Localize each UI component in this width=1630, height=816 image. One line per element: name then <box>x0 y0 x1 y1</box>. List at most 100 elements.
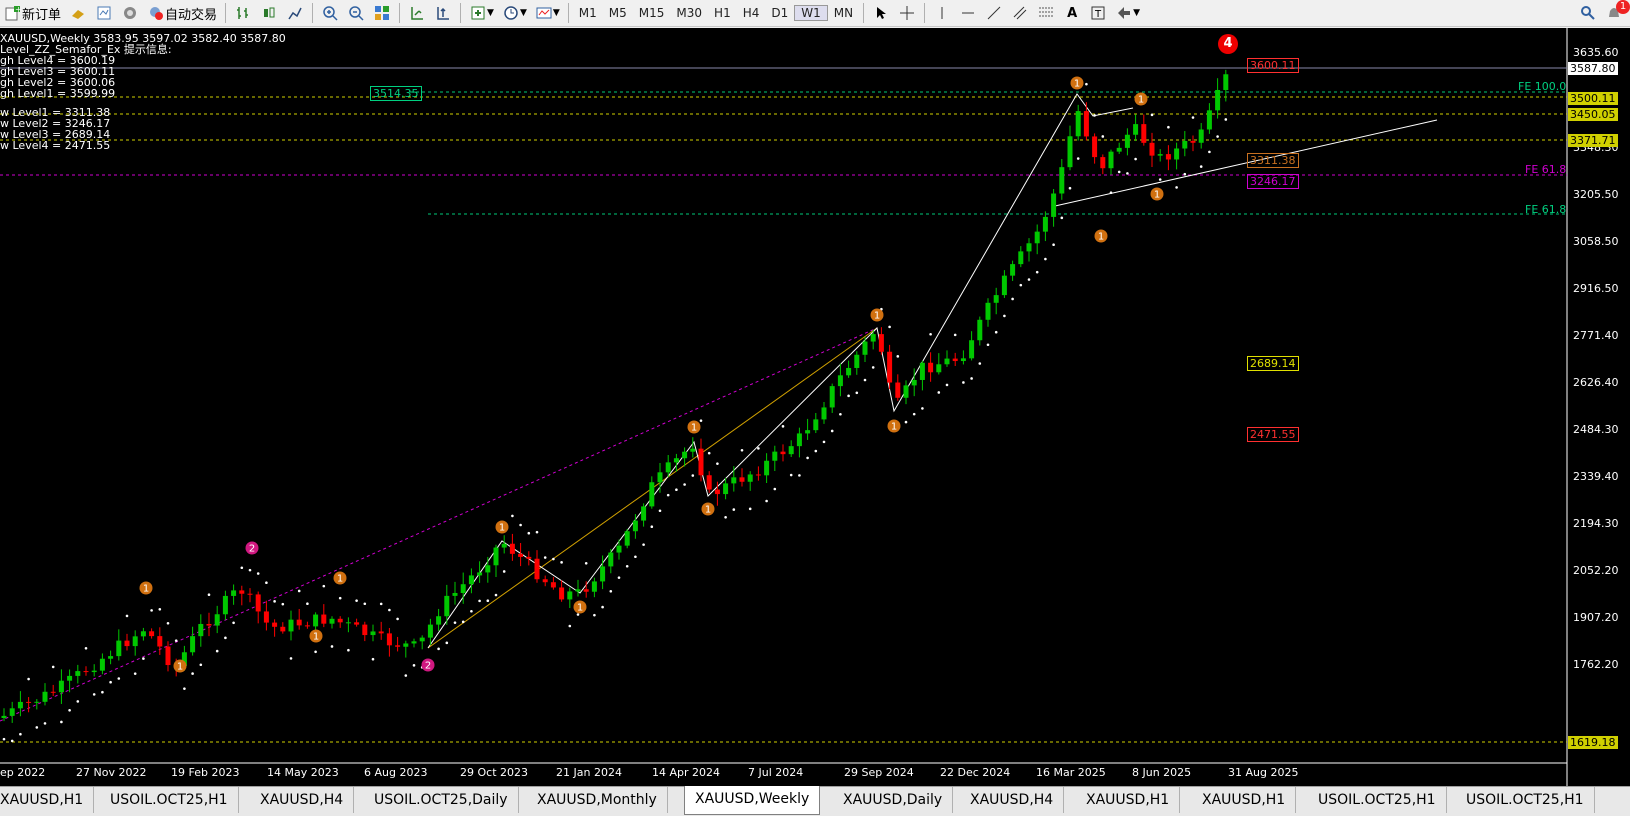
sar-dot <box>10 739 14 743</box>
sar-dot <box>150 609 153 612</box>
zoom-out-icon <box>347 4 365 22</box>
candle-body <box>345 622 351 624</box>
notifications-button[interactable]: 1 <box>1602 0 1630 24</box>
timeframe-h4[interactable]: H4 <box>737 6 766 20</box>
sar-dot <box>699 419 703 422</box>
templates-button[interactable]: ▼ <box>532 2 563 24</box>
sar-dot <box>1003 314 1006 318</box>
semafor-marker: 1 <box>687 420 701 434</box>
candles-layer <box>1 69 1229 723</box>
y-tick: 2194.30 <box>1573 517 1619 530</box>
candle-body <box>444 595 450 617</box>
x-tick: ep 2022 <box>0 766 46 779</box>
semafor-marker: 1 <box>1070 76 1084 90</box>
search-button[interactable] <box>1576 2 1600 24</box>
candle-body <box>1124 134 1130 148</box>
candle-body <box>493 547 499 566</box>
candle-body <box>534 558 540 580</box>
toolbar-separator <box>312 3 314 23</box>
tab-xauusd-daily[interactable]: XAUUSD,Daily <box>833 787 954 813</box>
sar-dot <box>888 325 891 329</box>
sar-dot <box>871 366 875 369</box>
channel-button[interactable] <box>1008 2 1032 24</box>
new-order-button[interactable]: + 新订单 <box>1 2 64 24</box>
timeframe-h1[interactable]: H1 <box>708 6 737 20</box>
cursor-button[interactable] <box>869 2 893 24</box>
tab-xauusd-weekly[interactable]: XAUUSD,Weekly <box>684 786 821 815</box>
sar-dot <box>412 664 416 667</box>
svg-text:1: 1 <box>337 574 343 585</box>
signal-icon <box>121 4 139 22</box>
signals-button[interactable] <box>118 2 142 24</box>
templates-icon <box>535 4 553 22</box>
svg-text:1: 1 <box>691 423 697 434</box>
timeframe-mn[interactable]: MN <box>828 6 859 20</box>
x-tick: 19 Feb 2023 <box>171 766 240 779</box>
candle-body <box>304 625 310 627</box>
horizontal-line-button[interactable] <box>956 2 980 24</box>
zoom-out-button[interactable] <box>344 2 368 24</box>
tab-xauusd-h4[interactable]: XAUUSD,H4 <box>250 787 355 813</box>
sar-dot <box>929 332 932 336</box>
crosshair-button[interactable] <box>895 2 919 24</box>
tab-usoil-h1[interactable]: USOIL.OCT25,H1 <box>100 787 239 813</box>
candle-body <box>222 595 228 615</box>
text-icon: A <box>1067 5 1078 21</box>
timeframe-w1[interactable]: W1 <box>794 5 828 21</box>
tab-usoil-h1-2[interactable]: USOIL.OCT25,H1 <box>1308 787 1447 813</box>
bar-chart-button[interactable] <box>231 2 255 24</box>
candle-body <box>649 482 655 507</box>
x-tick: 8 Jun 2025 <box>1132 766 1192 779</box>
line-chart-button[interactable] <box>283 2 307 24</box>
tab-xauusd-monthly[interactable]: XAUUSD,Monthly <box>527 787 668 813</box>
candle-body <box>616 545 622 553</box>
vertical-line-button[interactable] <box>930 2 954 24</box>
toolbar-separator <box>567 3 569 23</box>
text-button[interactable]: A <box>1060 2 1084 24</box>
indicators-icon <box>469 4 487 22</box>
timeframe-m15[interactable]: M15 <box>633 6 671 20</box>
timeframe-m5[interactable]: M5 <box>603 6 633 20</box>
text-label-button[interactable]: T <box>1086 2 1110 24</box>
zoom-in-button[interactable] <box>318 2 342 24</box>
autoscroll-button[interactable] <box>431 2 455 24</box>
sar-dot <box>994 330 998 334</box>
tab-xauusd-h4-2[interactable]: XAUUSD,H4 <box>960 787 1065 813</box>
candle-body <box>919 362 925 380</box>
tab-xauusd-h1-2[interactable]: XAUUSD,H1 <box>1076 787 1181 813</box>
candle-body <box>846 367 852 376</box>
chart-window[interactable]: 1 1 2 1 1 2 1 1 1 1 1 1 1 1 1 1 XAUUSD,Weekly 3583.95 3… <box>0 28 1630 786</box>
sar-dot <box>625 564 629 568</box>
tile-windows-button[interactable] <box>370 2 394 24</box>
tab-xauusd-h1[interactable]: XAUUSD,H1 <box>0 787 95 813</box>
timeframe-d1[interactable]: D1 <box>765 6 794 20</box>
tab-usoil-daily[interactable]: USOIL.OCT25,Daily <box>364 787 519 813</box>
x-tick: 27 Nov 2022 <box>76 766 147 779</box>
tab-xauusd-h1-3[interactable]: XAUUSD,H1 <box>1192 787 1297 813</box>
candle-body <box>854 354 860 368</box>
text-label-icon: T <box>1089 4 1107 22</box>
y-tick: 1762.20 <box>1573 658 1619 671</box>
candle-body <box>436 616 442 625</box>
sar-dot <box>560 561 563 564</box>
trendline-button[interactable] <box>982 2 1006 24</box>
timeframe-m30[interactable]: M30 <box>670 6 708 20</box>
auto-trading-button[interactable]: 自动交易 <box>144 2 220 24</box>
indicators-button[interactable]: ▼ <box>466 2 497 24</box>
fibonacci-button[interactable] <box>1034 2 1058 24</box>
timeframe-m1[interactable]: M1 <box>573 6 603 20</box>
arrows-button[interactable]: ▼ <box>1112 2 1143 24</box>
candle-body <box>952 358 958 362</box>
sar-dot <box>273 600 276 603</box>
sar-dot <box>388 608 391 612</box>
periods-button[interactable]: ▼ <box>499 2 530 24</box>
candle-body <box>583 589 589 592</box>
market-watch-button[interactable] <box>92 2 116 24</box>
tab-usoil-h1-3[interactable]: USOIL.OCT25,H1 <box>1456 787 1595 813</box>
candle-body <box>665 462 671 473</box>
candle-body <box>157 636 163 647</box>
gold-bars-icon <box>69 4 87 22</box>
chart-shift-button[interactable] <box>405 2 429 24</box>
gold-icon-button[interactable] <box>66 2 90 24</box>
candlestick-button[interactable] <box>257 2 281 24</box>
